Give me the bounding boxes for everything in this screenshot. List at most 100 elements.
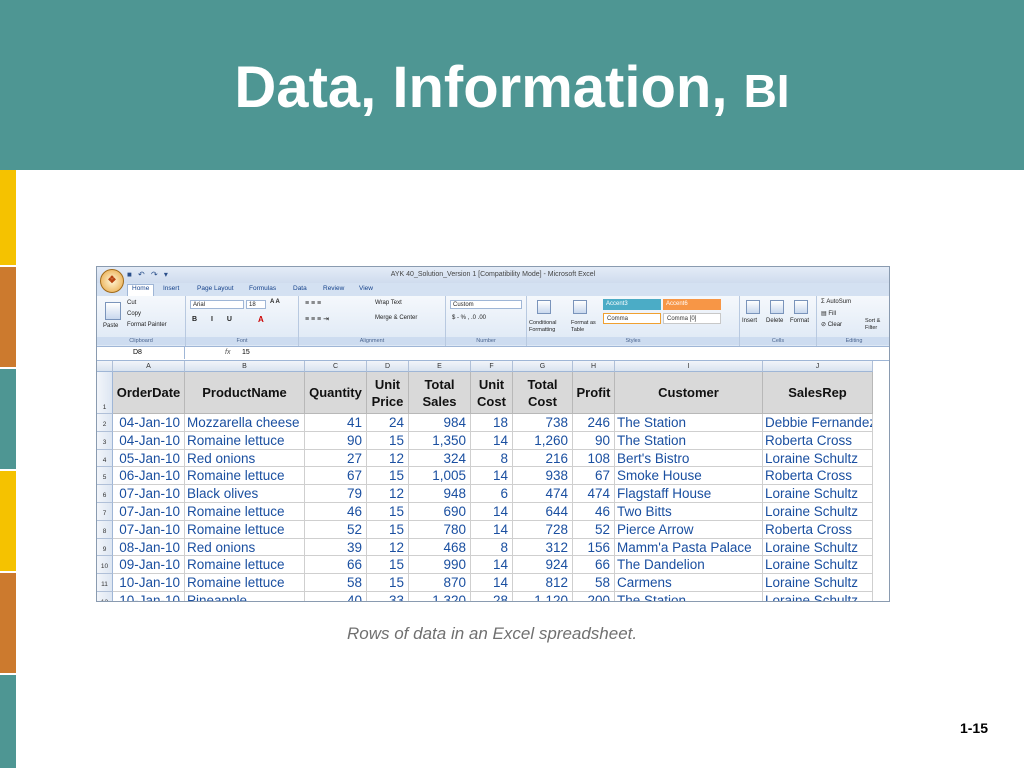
table-cell[interactable]: Loraine Schultz [763,485,873,503]
table-cell[interactable]: Mozzarella cheese [185,414,305,432]
tab-formulas[interactable]: Formulas [249,285,276,292]
table-cell[interactable]: 66 [305,556,367,575]
table-cell[interactable]: Loraine Schultz [763,449,873,468]
table-cell[interactable]: 984 [409,414,471,432]
grow-font-icon[interactable]: A A [270,299,280,305]
table-cell[interactable]: 90 [573,431,615,450]
table-cell[interactable]: 58 [573,574,615,592]
table-cell[interactable]: Pierce Arrow [615,520,763,539]
table-cell[interactable]: 07-Jan-10 [113,485,185,503]
column-header-a[interactable]: A [113,361,185,372]
row-header[interactable]: 9 [97,538,113,557]
table-cell[interactable]: 938 [513,467,573,486]
table-cell[interactable]: 14 [471,520,513,539]
table-cell[interactable]: Roberta Cross [763,431,873,450]
font-size-select[interactable]: 18 [246,300,266,309]
table-cell[interactable]: 06-Jan-10 [113,467,185,486]
table-cell[interactable]: 468 [409,538,471,557]
table-cell[interactable]: 67 [305,467,367,486]
table-cell[interactable]: 05-Jan-10 [113,449,185,468]
autosum-button[interactable]: Σ AutoSum [821,299,851,305]
table-cell[interactable]: 14 [471,574,513,592]
fill-button[interactable]: ▤ Fill [821,310,836,317]
row-header[interactable]: 6 [97,485,113,503]
table-cell[interactable]: 40 [305,592,367,601]
table-cell[interactable]: 780 [409,520,471,539]
column-header-f[interactable]: F [471,361,513,372]
table-cell[interactable]: 1,120 [513,592,573,601]
bold-italic-underline-icons[interactable]: B I U [192,316,238,323]
table-cell[interactable]: Pineapple [185,592,305,601]
column-header-h[interactable]: H [573,361,615,372]
table-cell[interactable]: 27 [305,449,367,468]
row-header[interactable]: 2 [97,414,113,432]
paste-button[interactable]: Paste [103,323,118,329]
font-color-icon[interactable]: A [258,315,264,324]
table-cell[interactable]: 246 [573,414,615,432]
table-cell[interactable]: 948 [409,485,471,503]
table-cell[interactable]: 15 [367,431,409,450]
table-cell[interactable]: 15 [367,556,409,575]
table-cell[interactable]: 6 [471,485,513,503]
table-cell[interactable]: 14 [471,431,513,450]
table-cell[interactable]: 8 [471,538,513,557]
merge-center-button[interactable]: Merge & Center [375,315,417,321]
copy-button[interactable]: Copy [127,311,141,317]
conditional-formatting-button[interactable]: Conditional Formatting [529,320,573,334]
table-cell[interactable]: Romaine lettuce [185,467,305,486]
format-table-icon[interactable] [573,300,587,314]
table-cell[interactable]: 156 [573,538,615,557]
insert-cells-icon[interactable] [746,300,760,314]
table-cell[interactable]: 46 [573,503,615,521]
font-name-select[interactable]: Arial [190,300,244,309]
row-header[interactable]: 1 [97,372,113,414]
column-header-c[interactable]: C [305,361,367,372]
table-cell[interactable]: 66 [573,556,615,575]
table-cell[interactable]: 14 [471,503,513,521]
table-cell[interactable]: 1,005 [409,467,471,486]
header-cell[interactable]: Unit Price [367,372,409,414]
table-cell[interactable]: The Dandelion [615,556,763,575]
table-cell[interactable]: 15 [367,520,409,539]
table-cell[interactable]: 04-Jan-10 [113,431,185,450]
header-cell[interactable]: Customer [615,372,763,414]
formula-input[interactable]: 15 [242,347,250,359]
table-cell[interactable]: Smoke House [615,467,763,486]
table-cell[interactable]: Carmens [615,574,763,592]
table-cell[interactable]: 09-Jan-10 [113,556,185,575]
row-header[interactable]: 4 [97,449,113,468]
fx-icon[interactable]: fx [225,347,230,359]
table-cell[interactable]: Romaine lettuce [185,556,305,575]
table-cell[interactable]: 200 [573,592,615,601]
table-cell[interactable]: Romaine lettuce [185,574,305,592]
table-cell[interactable]: Red onions [185,449,305,468]
table-cell[interactable]: Loraine Schultz [763,538,873,557]
delete-cells-icon[interactable] [770,300,784,314]
table-cell[interactable]: Roberta Cross [763,467,873,486]
table-cell[interactable]: 12 [367,485,409,503]
table-cell[interactable]: 690 [409,503,471,521]
table-cell[interactable]: Loraine Schultz [763,574,873,592]
table-cell[interactable]: 07-Jan-10 [113,503,185,521]
table-cell[interactable]: 8 [471,449,513,468]
paste-icon[interactable] [105,302,121,320]
column-header-d[interactable]: D [367,361,409,372]
header-cell[interactable]: OrderDate [113,372,185,414]
select-all-corner[interactable] [97,361,113,372]
delete-button[interactable]: Delete [766,318,783,324]
table-cell[interactable]: 108 [573,449,615,468]
table-cell[interactable]: 41 [305,414,367,432]
column-header-i[interactable]: I [615,361,763,372]
tab-insert[interactable]: Insert [163,285,179,292]
header-cell[interactable]: Total Sales [409,372,471,414]
table-cell[interactable]: Two Bitts [615,503,763,521]
table-cell[interactable]: 644 [513,503,573,521]
table-cell[interactable]: 10-Jan-10 [113,574,185,592]
table-cell[interactable]: Loraine Schultz [763,556,873,575]
table-cell[interactable]: Romaine lettuce [185,503,305,521]
table-cell[interactable]: 870 [409,574,471,592]
tab-data[interactable]: Data [293,285,307,292]
table-cell[interactable]: 1,320 [409,592,471,601]
table-cell[interactable]: 12 [367,449,409,468]
align-top-icons[interactable]: ≡ ≡ ≡ [305,300,321,307]
